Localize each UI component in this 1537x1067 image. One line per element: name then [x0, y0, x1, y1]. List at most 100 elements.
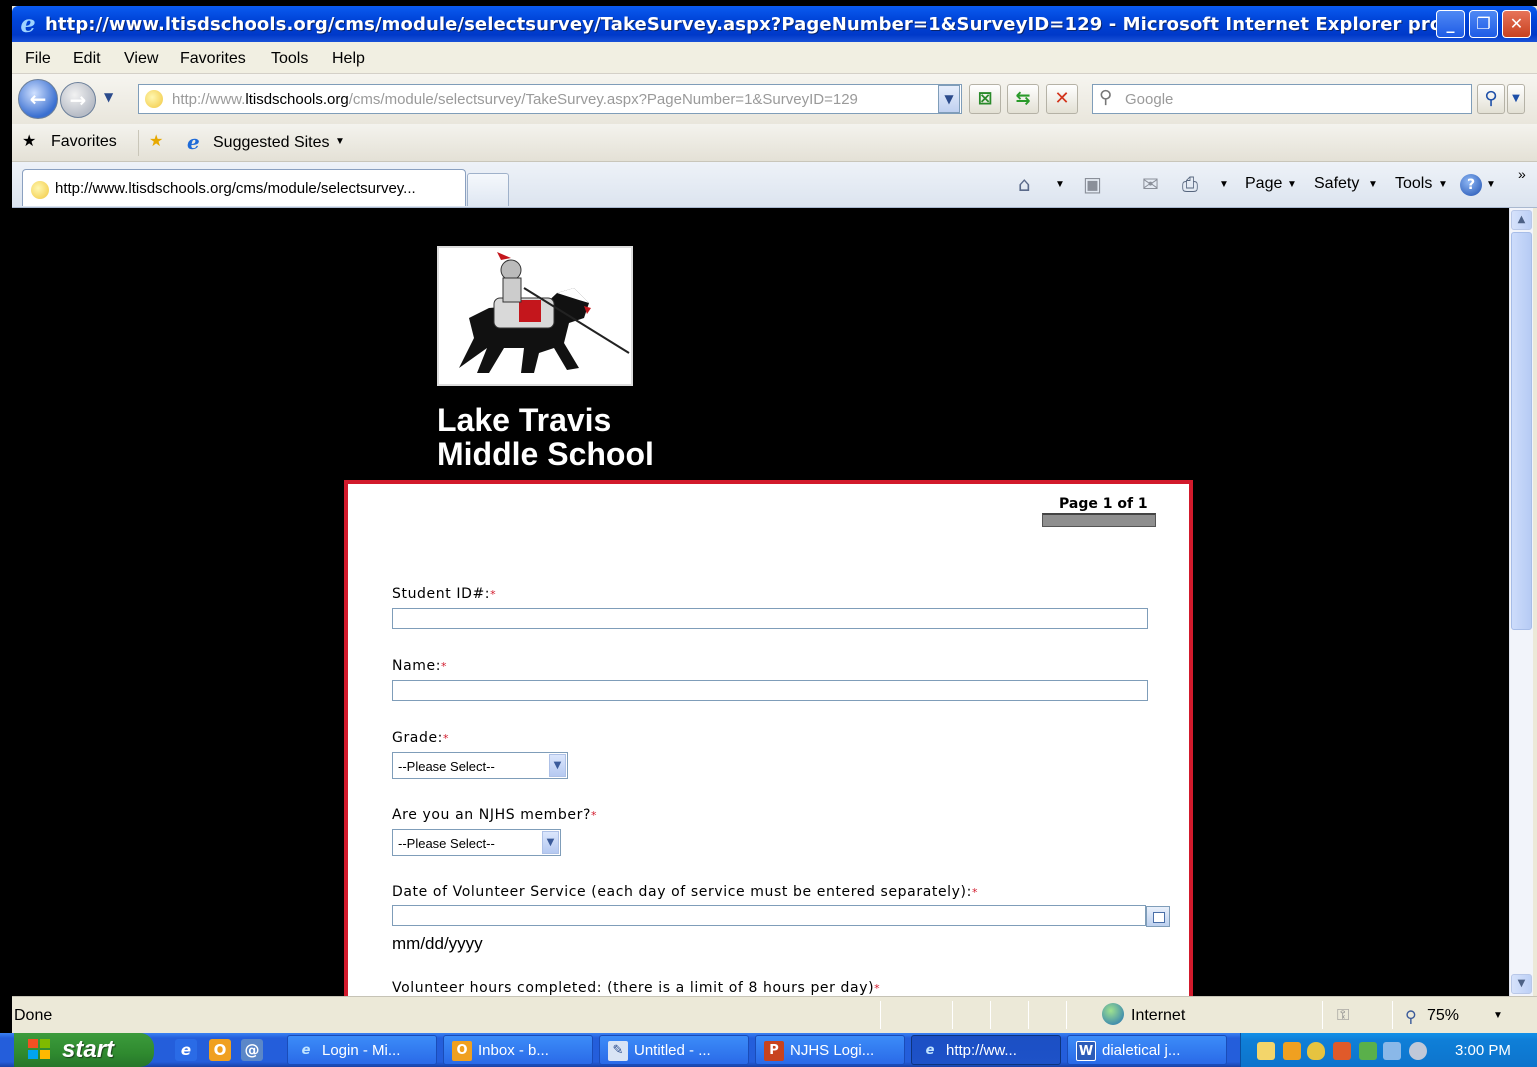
add-favorite-icon[interactable]: ★	[149, 131, 163, 151]
protected-mode-icon[interactable]: ⚿	[1337, 1007, 1349, 1025]
window-title: http://www.ltisdschools.org/cms/module/s…	[45, 14, 1443, 35]
name-input[interactable]	[392, 680, 1148, 701]
chevron-down-icon[interactable]: ▼	[549, 754, 566, 777]
menu-view[interactable]: View	[124, 50, 158, 68]
task-njhs-login[interactable]: P NJHS Logi...	[755, 1035, 905, 1065]
status-divider	[1028, 1001, 1029, 1029]
njhs-label: Are you an NJHS member?*	[392, 807, 598, 823]
date-format-hint: mm/dd/yyyy	[392, 934, 483, 953]
page-indicator: Page 1 of 1	[1059, 496, 1148, 512]
njhs-select[interactable]: --Please Select-- ▼	[392, 829, 561, 856]
task-ie-active[interactable]: e http://ww...	[911, 1035, 1061, 1065]
print-dropdown-icon[interactable]: ▼	[1219, 179, 1229, 190]
internet-globe-icon	[1102, 1003, 1124, 1025]
address-url[interactable]: http://www.ltisdschools.org/cms/module/s…	[172, 91, 858, 108]
address-bar[interactable]: http://www.ltisdschools.org/cms/module/s…	[138, 84, 962, 114]
name-label: Name:*	[392, 658, 448, 674]
tray-security-icon[interactable]	[1307, 1042, 1325, 1060]
quicklaunch-ie-icon[interactable]: e	[175, 1039, 197, 1061]
menu-tools[interactable]: Tools	[271, 50, 308, 68]
required-mark: *	[591, 809, 598, 822]
ie-icon: e	[187, 130, 200, 154]
calendar-icon[interactable]	[1146, 906, 1170, 927]
stop-icon[interactable]: ✕	[1046, 84, 1078, 114]
njhs-select-value: --Please Select--	[398, 836, 495, 851]
page-content: Lake Travis Middle School Page 1 of 1 St…	[12, 208, 1509, 996]
safety-menu[interactable]: Safety	[1314, 175, 1359, 193]
suggested-sites-dropdown-icon[interactable]: ▼	[335, 136, 345, 147]
search-provider-icon: ⚲	[1099, 87, 1113, 108]
start-button[interactable]: start	[14, 1033, 154, 1067]
zoom-icon[interactable]: ⚲	[1405, 1007, 1417, 1027]
school-name: Lake Travis Middle School	[437, 403, 654, 471]
tools-dropdown-icon: ▼	[1438, 179, 1448, 190]
quicklaunch-browser-icon[interactable]: @	[241, 1039, 263, 1061]
page-menu[interactable]: Page	[1245, 175, 1282, 193]
tray-network-icon[interactable]	[1359, 1042, 1377, 1060]
tray-outlook-icon[interactable]	[1283, 1042, 1301, 1060]
ie-icon: e	[925, 1043, 935, 1058]
search-icon[interactable]: ⚲	[1477, 84, 1505, 114]
student-id-input[interactable]	[392, 608, 1148, 629]
favorites-button[interactable]: Favorites	[51, 133, 117, 151]
search-box[interactable]: ⚲ Google	[1092, 84, 1472, 114]
scroll-up-icon[interactable]: ▲	[1511, 210, 1532, 230]
new-tab-button[interactable]	[467, 173, 509, 206]
task-login[interactable]: e Login - Mi...	[287, 1035, 437, 1065]
ie-logo-icon: e	[20, 9, 36, 38]
task-untitled[interactable]: ✎ Untitled - ...	[599, 1035, 749, 1065]
security-zone: Internet	[1131, 1007, 1186, 1024]
zoom-level[interactable]: 75%	[1427, 1007, 1459, 1025]
feeds-icon[interactable]: ▣	[1083, 172, 1102, 196]
forward-icon[interactable]: →	[60, 82, 96, 118]
back-icon[interactable]: ←	[18, 79, 58, 119]
status-divider	[952, 1001, 953, 1029]
close-button[interactable]: ✕	[1502, 10, 1531, 38]
grade-select[interactable]: --Please Select-- ▼	[392, 752, 568, 779]
tray-clock-icon[interactable]	[1409, 1042, 1427, 1060]
tray-volume-icon[interactable]	[1383, 1042, 1401, 1060]
address-dropdown-icon[interactable]: ▼	[938, 85, 960, 113]
chevron-down-icon[interactable]: ▼	[542, 831, 559, 854]
vertical-scrollbar[interactable]: ▲ ▼	[1509, 208, 1533, 996]
tray-app-icon[interactable]	[1333, 1042, 1351, 1060]
minimize-button[interactable]: _	[1436, 10, 1465, 38]
search-options-icon[interactable]: ▼	[1507, 84, 1525, 114]
outlook-icon: O	[452, 1041, 472, 1061]
date-input[interactable]	[392, 905, 1146, 926]
menu-help[interactable]: Help	[332, 50, 365, 68]
required-mark: *	[971, 886, 979, 899]
school-logo-image	[437, 246, 633, 386]
navigation-bar: ← → ▼ http://www.ltisdschools.org/cms/mo…	[12, 74, 1537, 124]
search-input[interactable]: Google	[1125, 91, 1173, 108]
progress-bar	[1042, 513, 1156, 527]
scroll-down-icon[interactable]: ▼	[1511, 974, 1532, 994]
task-word[interactable]: W dialetical j...	[1067, 1035, 1227, 1065]
tab-active[interactable]: http://www.ltisdschools.org/cms/module/s…	[22, 169, 466, 206]
help-dropdown-icon[interactable]: ▼	[1486, 179, 1496, 190]
tray-mail-icon[interactable]	[1257, 1042, 1275, 1060]
scroll-thumb[interactable]	[1511, 232, 1532, 630]
zoom-dropdown-icon[interactable]: ▼	[1493, 1010, 1503, 1021]
powerpoint-icon: P	[764, 1041, 784, 1061]
restore-button[interactable]: ❐	[1469, 10, 1498, 38]
quicklaunch-outlook-icon[interactable]: O	[209, 1039, 231, 1061]
chevron-more-icon[interactable]: »	[1518, 166, 1526, 182]
task-inbox[interactable]: O Inbox - b...	[443, 1035, 593, 1065]
read-mail-icon[interactable]: ✉	[1142, 172, 1159, 196]
menu-favorites[interactable]: Favorites	[180, 50, 246, 68]
required-mark: *	[490, 588, 497, 601]
taskbar-clock[interactable]: 3:00 PM	[1455, 1042, 1511, 1059]
compatibility-view-icon[interactable]: ⊠	[969, 84, 1001, 114]
history-dropdown-icon[interactable]: ▼	[104, 90, 113, 104]
home-icon[interactable]: ⌂	[1018, 172, 1031, 196]
help-icon[interactable]: ?	[1460, 174, 1482, 196]
menu-bar: File Edit View Favorites Tools Help	[12, 42, 1537, 74]
menu-edit[interactable]: Edit	[73, 50, 101, 68]
refresh-icon[interactable]: ⇆	[1007, 84, 1039, 114]
suggested-sites-button[interactable]: Suggested Sites	[213, 134, 330, 152]
home-dropdown-icon[interactable]: ▼	[1055, 179, 1065, 190]
tools-menu[interactable]: Tools	[1395, 175, 1432, 193]
print-icon[interactable]: ⎙	[1182, 172, 1198, 196]
menu-file[interactable]: File	[25, 50, 51, 68]
